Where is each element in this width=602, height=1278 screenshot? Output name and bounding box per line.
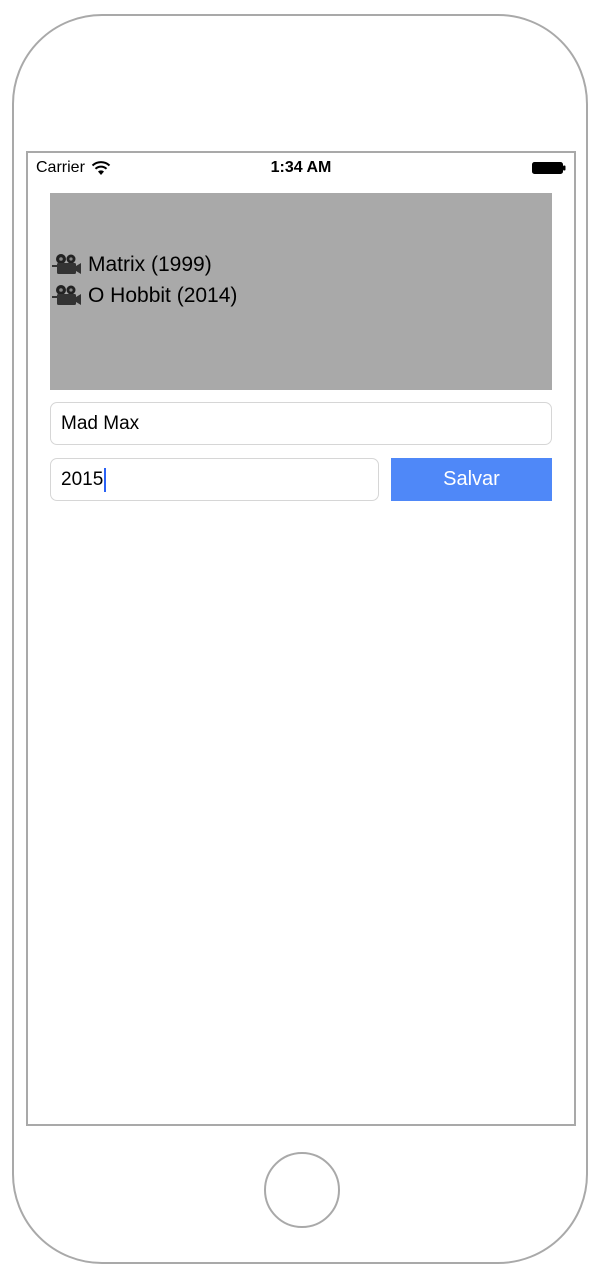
movie-camera-icon (52, 285, 81, 305)
status-time: 1:34 AM (270, 159, 332, 176)
list-item: O Hobbit (2014) (50, 280, 552, 311)
app-screen: Carrier 1:34 AM Matrix (1999) O Hobbit (… (26, 151, 576, 1126)
title-input[interactable]: Mad Max (50, 402, 552, 445)
save-button[interactable]: Salvar (391, 458, 552, 501)
home-button[interactable] (264, 1152, 340, 1228)
list-item: Matrix (1999) (50, 249, 552, 280)
movie-label: Matrix (1999) (88, 252, 212, 276)
year-input-value: 2015 (61, 468, 104, 490)
battery-icon (532, 162, 566, 174)
movie-camera-icon (52, 254, 81, 274)
movie-list: Matrix (1999) O Hobbit (2014) (50, 193, 552, 390)
status-bar: Carrier 1:34 AM (28, 153, 574, 183)
movie-label: O Hobbit (2014) (88, 283, 238, 307)
text-cursor (104, 467, 107, 492)
year-input[interactable]: 2015 (50, 458, 379, 501)
title-input-value: Mad Max (61, 412, 140, 434)
